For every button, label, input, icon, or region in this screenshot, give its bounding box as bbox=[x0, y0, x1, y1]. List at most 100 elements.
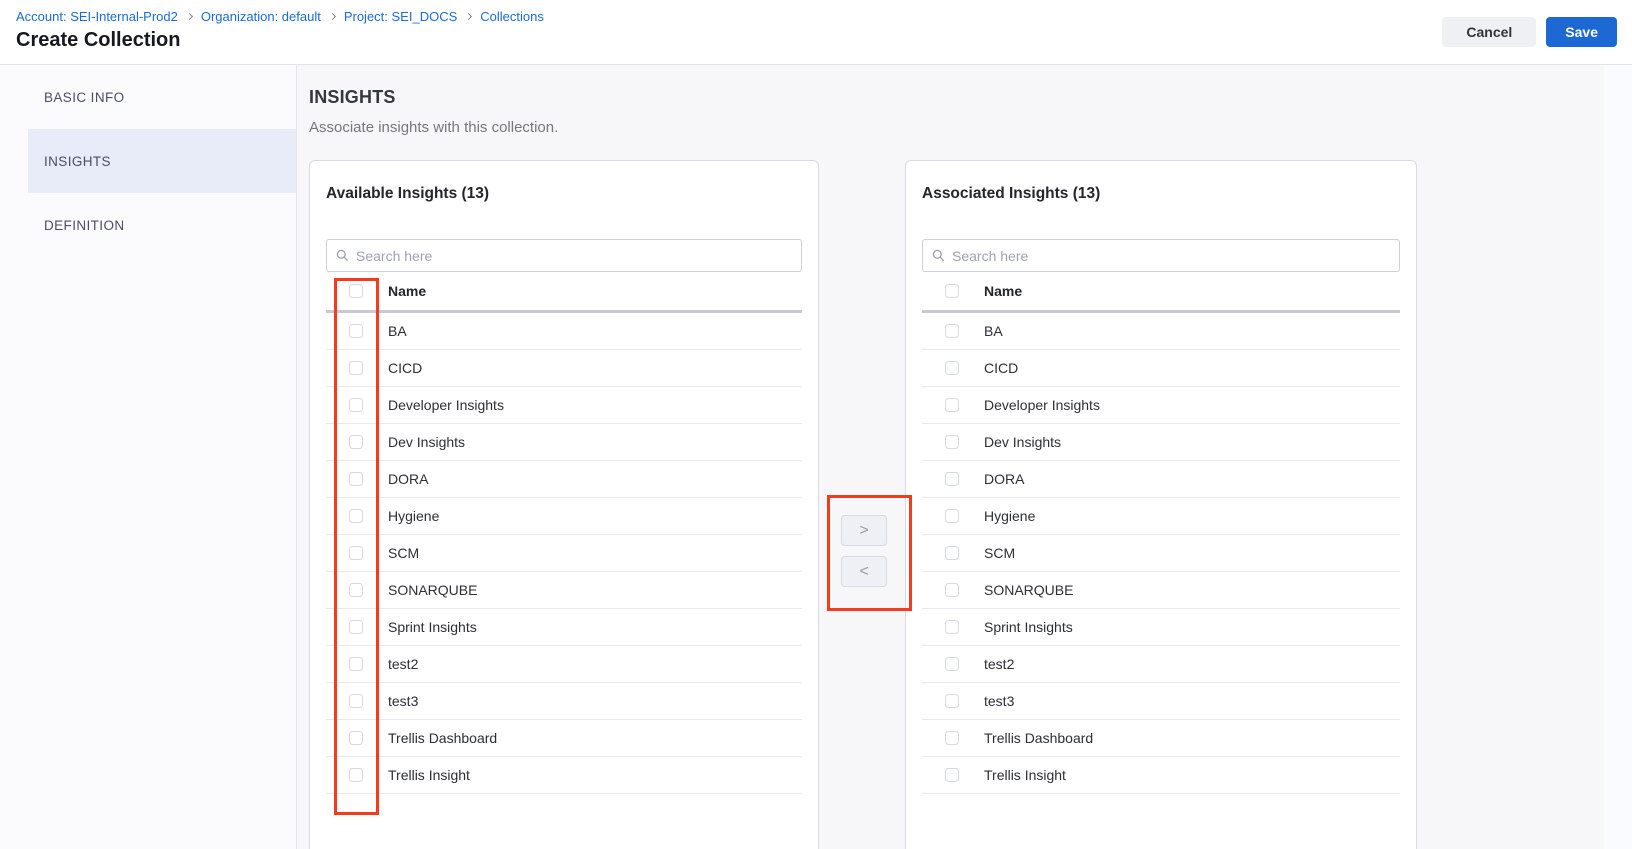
row-checkbox[interactable] bbox=[945, 472, 959, 486]
row-checkbox[interactable] bbox=[945, 324, 959, 338]
row-checkbox[interactable] bbox=[349, 435, 363, 449]
row-label: BA bbox=[984, 323, 1003, 339]
table-row: test3 bbox=[922, 683, 1400, 720]
row-checkbox[interactable] bbox=[349, 324, 363, 338]
row-checkbox[interactable] bbox=[349, 694, 363, 708]
annotation-box-transfer-buttons bbox=[827, 495, 912, 611]
table-row: Trellis Dashboard bbox=[922, 720, 1400, 757]
row-label: CICD bbox=[984, 360, 1018, 376]
row-checkbox[interactable] bbox=[349, 620, 363, 634]
move-left-button[interactable]: < bbox=[841, 556, 887, 587]
available-panel-title: Available Insights (13) bbox=[326, 185, 802, 203]
row-label: DORA bbox=[984, 471, 1024, 487]
save-button[interactable]: Save bbox=[1546, 17, 1617, 47]
row-checkbox[interactable] bbox=[945, 509, 959, 523]
row-checkbox[interactable] bbox=[349, 472, 363, 486]
sidebar-item-definition[interactable]: DEFINITION bbox=[0, 193, 296, 257]
row-label: CICD bbox=[388, 360, 422, 376]
row-checkbox[interactable] bbox=[349, 583, 363, 597]
associated-rows: BA CICD Developer Insights Dev Insights bbox=[922, 313, 1400, 794]
row-label: Sprint Insights bbox=[388, 619, 477, 635]
table-row: SCM bbox=[922, 535, 1400, 572]
wizard-sidebar: BASIC INFO INSIGHTS DEFINITION bbox=[0, 65, 297, 849]
table-row: Dev Insights bbox=[922, 424, 1400, 461]
available-insights-table: Name BA CICD Developer Insights bbox=[326, 272, 802, 794]
row-label: test2 bbox=[984, 656, 1014, 672]
row-checkbox[interactable] bbox=[945, 731, 959, 745]
right-edge-strip bbox=[1604, 65, 1632, 849]
select-all-checkbox[interactable] bbox=[945, 284, 959, 298]
row-label: test2 bbox=[388, 656, 418, 672]
table-row: CICD bbox=[922, 350, 1400, 387]
row-checkbox[interactable] bbox=[349, 546, 363, 560]
row-checkbox[interactable] bbox=[945, 768, 959, 782]
row-checkbox[interactable] bbox=[349, 657, 363, 671]
row-label: Hygiene bbox=[388, 508, 439, 524]
row-label: SCM bbox=[984, 545, 1015, 561]
row-label: Hygiene bbox=[984, 508, 1035, 524]
row-checkbox[interactable] bbox=[349, 768, 363, 782]
table-row: SONARQUBE bbox=[326, 572, 802, 609]
table-row: Trellis Dashboard bbox=[326, 720, 802, 757]
row-label: Trellis Insight bbox=[984, 767, 1066, 783]
row-checkbox[interactable] bbox=[349, 509, 363, 523]
top-header: Account: SEI-Internal-Prod2 Organization… bbox=[0, 0, 1632, 65]
table-row: Sprint Insights bbox=[326, 609, 802, 646]
name-column-header: Name bbox=[388, 283, 426, 299]
sidebar-item-basic-info[interactable]: BASIC INFO bbox=[0, 65, 296, 129]
table-row: Developer Insights bbox=[326, 387, 802, 424]
search-icon bbox=[932, 249, 945, 262]
chevron-right-icon bbox=[186, 13, 193, 20]
cancel-button[interactable]: Cancel bbox=[1442, 17, 1536, 47]
section-heading: INSIGHTS bbox=[309, 87, 396, 108]
search-icon bbox=[336, 249, 349, 262]
breadcrumb-link[interactable]: Collections bbox=[480, 9, 544, 24]
row-checkbox[interactable] bbox=[349, 731, 363, 745]
row-checkbox[interactable] bbox=[945, 657, 959, 671]
row-label: SONARQUBE bbox=[388, 582, 477, 598]
row-label: Trellis Insight bbox=[388, 767, 470, 783]
row-label: SCM bbox=[388, 545, 419, 561]
table-row: BA bbox=[922, 313, 1400, 350]
table-row: test3 bbox=[326, 683, 802, 720]
associated-insights-panel: Associated Insights (13) Name BA CICD bbox=[905, 160, 1417, 849]
breadcrumb-link[interactable]: Project: SEI_DOCS bbox=[344, 9, 457, 24]
page-title: Create Collection bbox=[16, 29, 180, 52]
row-checkbox[interactable] bbox=[945, 694, 959, 708]
row-label: test3 bbox=[388, 693, 418, 709]
row-checkbox[interactable] bbox=[945, 583, 959, 597]
breadcrumb-item: Account: SEI-Internal-Prod2 bbox=[16, 9, 192, 24]
header-actions: Cancel Save bbox=[1442, 17, 1617, 47]
breadcrumb-link[interactable]: Organization: default bbox=[201, 9, 321, 24]
row-label: test3 bbox=[984, 693, 1014, 709]
table-row: DORA bbox=[326, 461, 802, 498]
row-checkbox[interactable] bbox=[945, 361, 959, 375]
table-row: CICD bbox=[326, 350, 802, 387]
move-right-button[interactable]: > bbox=[841, 515, 887, 546]
row-checkbox[interactable] bbox=[945, 398, 959, 412]
available-table-header: Name bbox=[326, 272, 802, 313]
row-checkbox[interactable] bbox=[945, 620, 959, 634]
table-row: Dev Insights bbox=[326, 424, 802, 461]
section-subheading: Associate insights with this collection. bbox=[309, 119, 558, 136]
row-checkbox[interactable] bbox=[349, 361, 363, 375]
table-row: Trellis Insight bbox=[326, 757, 802, 794]
table-row: DORA bbox=[922, 461, 1400, 498]
breadcrumb-link[interactable]: Account: SEI-Internal-Prod2 bbox=[16, 9, 178, 24]
sidebar-item-insights[interactable]: INSIGHTS bbox=[28, 129, 296, 193]
name-column-header: Name bbox=[984, 283, 1022, 299]
row-label: Trellis Dashboard bbox=[388, 730, 497, 746]
select-all-checkbox[interactable] bbox=[349, 284, 363, 298]
breadcrumb-item: Collections bbox=[480, 9, 544, 24]
row-label: Developer Insights bbox=[984, 397, 1100, 413]
associated-search-input[interactable] bbox=[952, 248, 1390, 264]
breadcrumb: Account: SEI-Internal-Prod2 Organization… bbox=[16, 9, 544, 24]
available-search-input[interactable] bbox=[356, 248, 792, 264]
row-checkbox[interactable] bbox=[349, 398, 363, 412]
chevron-right-icon bbox=[465, 13, 472, 20]
table-row: SCM bbox=[326, 535, 802, 572]
row-checkbox[interactable] bbox=[945, 435, 959, 449]
breadcrumb-item: Project: SEI_DOCS bbox=[344, 9, 471, 24]
table-row: Hygiene bbox=[326, 498, 802, 535]
row-checkbox[interactable] bbox=[945, 546, 959, 560]
